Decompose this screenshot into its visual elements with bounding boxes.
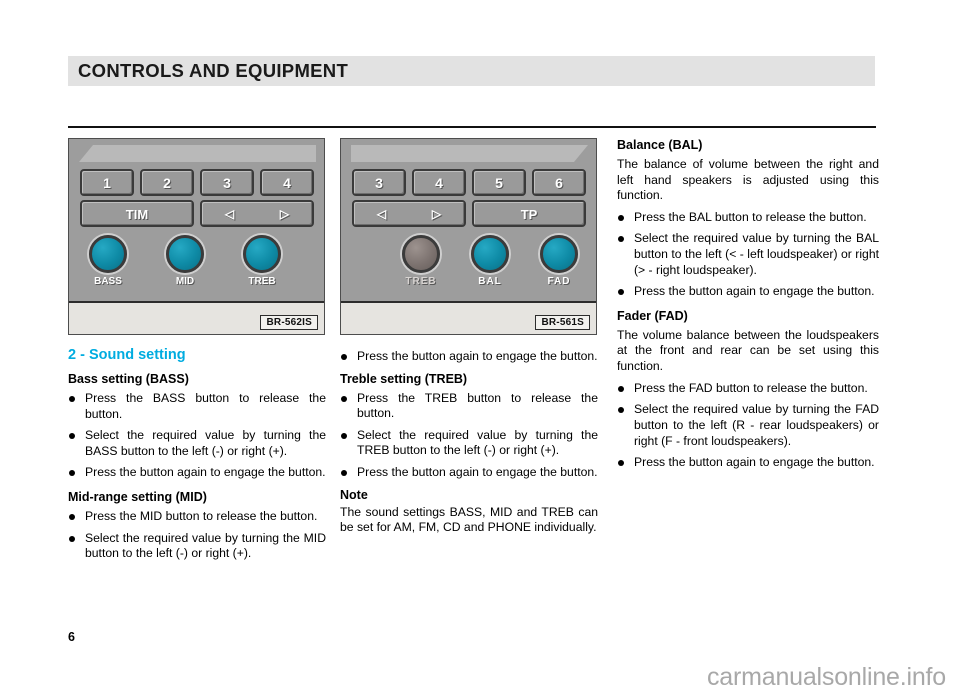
knob-bass-label: BASS	[94, 276, 122, 287]
knob-bal-dial[interactable]	[471, 235, 509, 273]
fader-intro-text: The volume balance between the loudspeak…	[617, 327, 879, 374]
faceplate-bevel	[79, 145, 316, 162]
figure-code-label: BR-561S	[535, 315, 590, 330]
header-divider-rule	[68, 126, 876, 128]
balance-bullet-list: Press the BAL button to release the butt…	[617, 210, 879, 300]
arrow-right-icon: ▷	[431, 206, 442, 221]
arrow-left-icon: ◁	[376, 206, 387, 221]
page-number: 6	[68, 630, 75, 644]
knob-treb[interactable]: TREB	[239, 235, 285, 287]
knob-treb-label: TREB	[248, 276, 276, 287]
preset-button-row: 1 2 3 4	[80, 169, 314, 196]
preset-button-row: 3 4 5 6	[352, 169, 586, 196]
figure-code-label: BR-562IS	[260, 315, 318, 330]
heading-bass-setting: Bass setting (BASS)	[68, 372, 189, 386]
seek-arrows-button[interactable]: ◁ ▷	[352, 200, 466, 227]
balance-intro-text: The balance of volume between the right …	[617, 157, 879, 203]
preset-button-4[interactable]: 4	[412, 169, 466, 196]
list-item: Select the required value by turning the…	[617, 402, 879, 449]
list-item: Select the required value by turning the…	[68, 428, 326, 459]
list-item: Press the button again to engage the but…	[340, 465, 598, 481]
knob-mid-dial[interactable]	[166, 235, 204, 273]
knob-bal-label: BAL	[478, 276, 502, 287]
function-button-row: ◁ ▷ TP	[352, 200, 586, 227]
heading-fader: Fader (FAD)	[617, 308, 688, 323]
knob-fad-dial[interactable]	[540, 235, 578, 273]
arrow-right-icon: ▷	[279, 206, 290, 221]
section-heading-sound-setting: 2 - Sound setting	[68, 347, 186, 363]
list-item: Press the MID button to release the butt…	[68, 509, 326, 525]
knob-mid-label: MID	[175, 276, 195, 287]
knob-bal[interactable]: BAL	[467, 235, 513, 287]
list-item: Select the required value by turning the…	[617, 231, 879, 278]
treble-bullet-list: Press the TREB button to release the but…	[340, 391, 598, 481]
tim-button[interactable]: TIM	[80, 200, 194, 227]
knob-treb[interactable]: TREB	[398, 235, 444, 287]
knob-treb-label: TREB	[405, 276, 437, 287]
list-item: Press the BASS button to release the but…	[68, 391, 326, 422]
content-column-2: 3 4 5 6 ◁ ▷ TP TREB BAL FAD BR-561S Pres…	[340, 138, 598, 542]
heading-balance: Balance (BAL)	[617, 138, 703, 152]
arrow-left-icon: ◁	[224, 206, 235, 221]
knob-row: BASS MID TREB	[69, 235, 324, 301]
knob-fad-label: FAD	[547, 276, 571, 287]
list-item: Press the button again to engage the but…	[617, 455, 879, 471]
preset-button-2[interactable]: 2	[140, 169, 194, 196]
bass-bullet-list: Press the BASS button to release the but…	[68, 391, 326, 481]
preset-button-1[interactable]: 1	[80, 169, 134, 196]
list-item: Press the TREB button to release the but…	[340, 391, 598, 422]
tp-button[interactable]: TP	[472, 200, 586, 227]
heading-treble-setting: Treble setting (TREB)	[340, 371, 468, 386]
note-text: The sound settings BASS, MID and TREB ca…	[340, 504, 598, 535]
knob-treb-dial[interactable]	[402, 235, 440, 273]
knob-row: TREB BAL FAD	[341, 235, 596, 301]
page-title: CONTROLS AND EQUIPMENT	[78, 60, 349, 81]
list-item: Select the required value by turning the…	[68, 531, 326, 562]
mid-bullet-list: Press the MID button to release the butt…	[68, 509, 326, 562]
list-item: Press the button again to engage the but…	[340, 349, 598, 365]
seek-arrows-button[interactable]: ◁ ▷	[200, 200, 314, 227]
preset-button-4[interactable]: 4	[260, 169, 314, 196]
heading-mid-range-setting: Mid-range setting (MID)	[68, 490, 207, 505]
radio-faceplate: 3 4 5 6 ◁ ▷ TP TREB BAL FAD	[341, 139, 596, 303]
knob-fad[interactable]: FAD	[536, 235, 582, 287]
function-button-row: TIM ◁ ▷	[80, 200, 314, 227]
preset-button-5[interactable]: 5	[472, 169, 526, 196]
fader-bullet-list: Press the FAD button to release the butt…	[617, 381, 879, 471]
knob-mid[interactable]: MID	[162, 235, 208, 287]
list-item: Press the FAD button to release the butt…	[617, 381, 879, 397]
carryover-bullet-list: Press the button again to engage the but…	[340, 349, 598, 365]
figure-radio-br561s: 3 4 5 6 ◁ ▷ TP TREB BAL FAD BR-561S	[340, 138, 597, 335]
list-item: Press the button again to engage the but…	[68, 465, 326, 481]
content-column-1: 1 2 3 4 TIM ◁ ▷ BASS MID TREB BR-562IS 2…	[68, 138, 326, 568]
faceplate-bevel	[351, 145, 588, 162]
list-item: Press the BAL button to release the butt…	[617, 210, 879, 226]
preset-button-3[interactable]: 3	[352, 169, 406, 196]
heading-note: Note	[340, 487, 368, 502]
figure-radio-br562is: 1 2 3 4 TIM ◁ ▷ BASS MID TREB BR-562IS	[68, 138, 325, 335]
list-item: Press the button again to engage the but…	[617, 284, 879, 300]
knob-bass-dial[interactable]	[89, 235, 127, 273]
radio-faceplate: 1 2 3 4 TIM ◁ ▷ BASS MID TREB	[69, 139, 324, 303]
list-item: Select the required value by turning the…	[340, 428, 598, 459]
content-column-3: Balance (BAL) The balance of volume betw…	[617, 138, 879, 477]
preset-button-3[interactable]: 3	[200, 169, 254, 196]
knob-bass[interactable]: BASS	[85, 235, 131, 287]
site-watermark: carmanualsonline.info	[706, 663, 946, 691]
preset-button-6[interactable]: 6	[532, 169, 586, 196]
knob-treb-dial[interactable]	[243, 235, 281, 273]
